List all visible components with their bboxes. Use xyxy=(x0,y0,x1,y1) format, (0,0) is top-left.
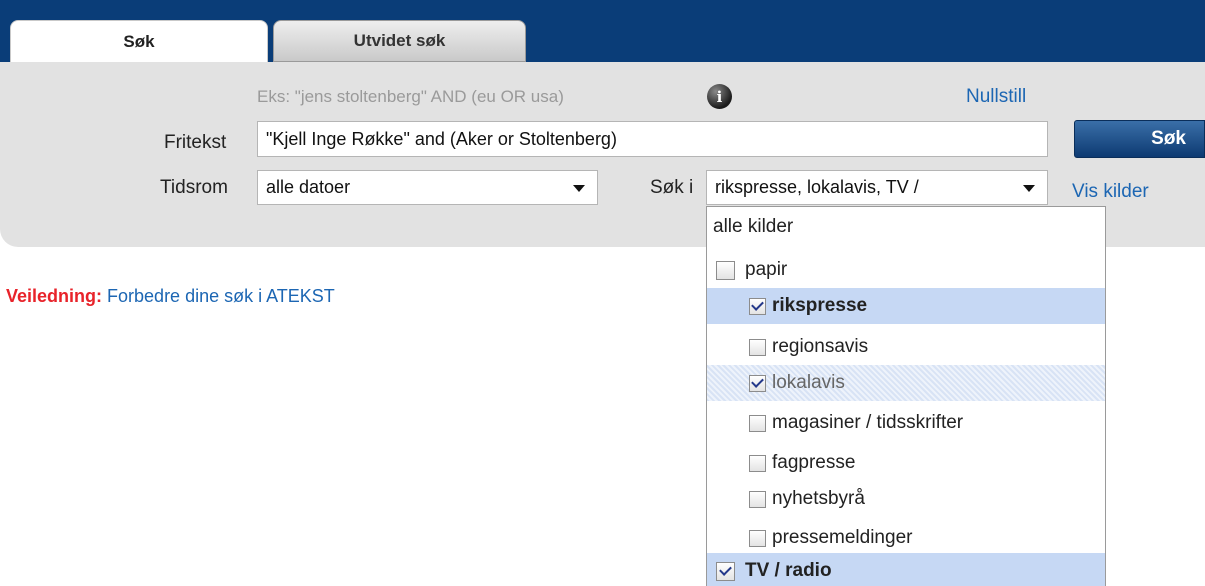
source-option-all[interactable]: alle kilder xyxy=(707,209,1105,245)
checkmark-icon xyxy=(751,375,764,388)
guide-link[interactable]: Forbedre dine søk i ATEKST xyxy=(107,286,335,306)
checkbox-rikspresse[interactable] xyxy=(749,297,766,315)
source-label-magasiner: magasiner / tidsskrifter xyxy=(772,412,964,433)
checkbox-tv-radio[interactable] xyxy=(716,561,735,581)
search-button[interactable]: Søk xyxy=(1074,120,1205,158)
sources-select[interactable]: rikspresse, lokalavis, TV / xyxy=(706,170,1048,205)
chevron-down-icon xyxy=(1023,185,1035,192)
source-option-magasiner[interactable]: magasiner / tidsskrifter xyxy=(707,405,1105,441)
source-label-regionsavis: regionsavis xyxy=(772,336,869,357)
sources-dropdown: alle kilder papir rikspresse regionsavis… xyxy=(706,206,1106,586)
tab-sok[interactable]: Søk xyxy=(10,20,268,62)
fritekst-input[interactable] xyxy=(257,121,1048,157)
source-option-papir[interactable]: papir xyxy=(707,252,1105,288)
reset-link[interactable]: Nullstill xyxy=(966,86,1026,108)
source-label-all: alle kilder xyxy=(713,216,794,237)
source-option-tv-radio[interactable]: TV / radio xyxy=(707,553,1105,586)
source-label-pressemeldinger: pressemeldinger xyxy=(772,527,913,548)
source-label-fagpresse: fagpresse xyxy=(772,452,856,473)
checkbox-magasiner[interactable] xyxy=(749,414,766,432)
source-label-tv-radio: TV / radio xyxy=(745,560,832,581)
checkbox-regionsavis[interactable] xyxy=(749,338,766,356)
source-label-papir: papir xyxy=(745,259,788,280)
checkmark-icon xyxy=(751,298,764,311)
source-label-nyhetsbyra: nyhetsbyrå xyxy=(772,488,865,509)
tidsrom-select[interactable]: alle datoer xyxy=(257,170,598,205)
source-option-nyhetsbyra[interactable]: nyhetsbyrå xyxy=(707,481,1105,517)
checkbox-fagpresse[interactable] xyxy=(749,454,766,472)
checkbox-nyhetsbyra[interactable] xyxy=(749,490,766,508)
info-icon[interactable]: i xyxy=(707,84,732,109)
source-option-pressemeldinger[interactable]: pressemeldinger xyxy=(707,520,1105,556)
source-option-rikspresse[interactable]: rikspresse xyxy=(707,288,1105,324)
chevron-down-icon xyxy=(573,185,585,192)
tidsrom-value: alle datoer xyxy=(266,177,351,197)
source-option-regionsavis[interactable]: regionsavis xyxy=(707,329,1105,365)
source-option-fagpresse[interactable]: fagpresse xyxy=(707,445,1105,481)
fritekst-label: Fritekst xyxy=(164,132,227,153)
source-label-lokalavis: lokalavis xyxy=(772,372,845,393)
guide-label: Veiledning: xyxy=(6,286,103,306)
sok-i-label: Søk i xyxy=(650,177,694,198)
checkmark-icon xyxy=(719,563,732,576)
search-hint: Eks: "jens stoltenberg" AND (eu OR usa) xyxy=(257,87,564,106)
tab-utvidet-sok[interactable]: Utvidet søk xyxy=(273,20,526,62)
guide-line: Veiledning: Forbedre dine søk i ATEKST xyxy=(6,286,335,307)
source-label-rikspresse: rikspresse xyxy=(772,295,868,316)
source-option-lokalavis[interactable]: lokalavis xyxy=(707,365,1105,401)
sources-value: rikspresse, lokalavis, TV / xyxy=(715,177,919,197)
checkbox-papir[interactable] xyxy=(716,260,735,280)
vis-kilder-link[interactable]: Vis kilder xyxy=(1072,181,1149,203)
tidsrom-label: Tidsrom xyxy=(160,177,228,198)
checkbox-pressemeldinger[interactable] xyxy=(749,529,766,547)
checkbox-lokalavis[interactable] xyxy=(749,374,766,392)
